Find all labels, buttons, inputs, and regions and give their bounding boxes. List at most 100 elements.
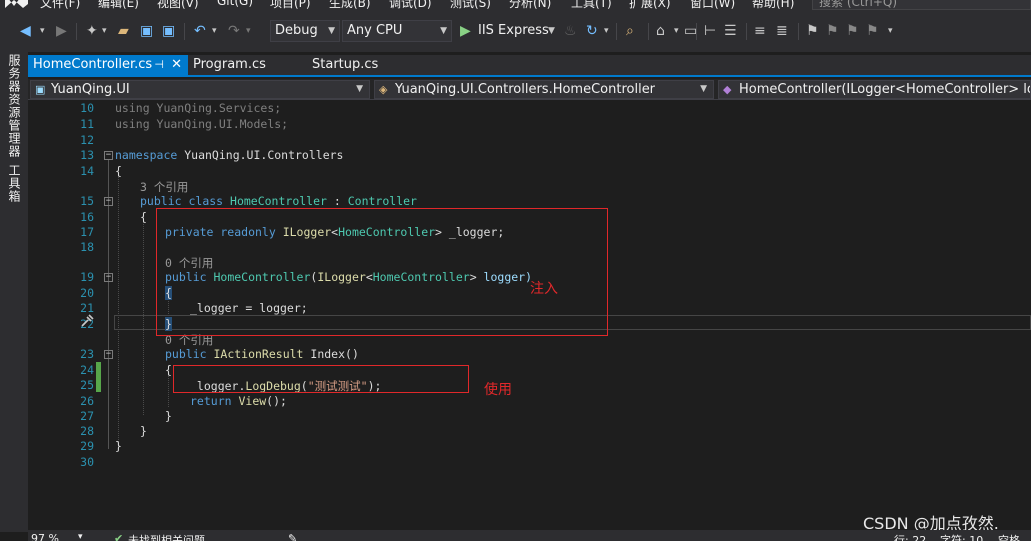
- hot-reload-icon[interactable]: ♨: [564, 22, 577, 40]
- collapse-icon[interactable]: −: [104, 151, 113, 160]
- using-directive: using YuanQing.UI.Models;: [115, 117, 289, 131]
- line-number: 15: [80, 194, 94, 208]
- menu-tools[interactable]: 工具(T): [571, 0, 612, 11]
- code-line-10: using YuanQing.Services;: [115, 101, 281, 115]
- csharp-project-icon: ▣: [35, 83, 46, 96]
- run-target-button[interactable]: IIS Express: [478, 22, 549, 40]
- punctuation: ();: [266, 394, 287, 408]
- base-class-name: Controller: [347, 194, 417, 208]
- menu-debug[interactable]: 调试(D): [389, 0, 432, 11]
- toolbox-tab[interactable]: 工具箱: [5, 164, 23, 203]
- platform-select[interactable]: Any CPU ▼: [342, 20, 452, 42]
- punctuation: :: [326, 194, 348, 208]
- menu-help[interactable]: 帮助(H): [752, 0, 794, 11]
- chevron-down-icon[interactable]: ▾: [604, 22, 609, 40]
- chevron-down-icon[interactable]: ▾: [674, 22, 679, 40]
- save-all-icon[interactable]: ▣: [162, 22, 175, 40]
- open-folder-icon[interactable]: ▰: [118, 22, 129, 40]
- find-in-files-icon[interactable]: ⌕: [626, 22, 634, 40]
- bookmark-icon[interactable]: ⚑: [806, 22, 819, 40]
- code-line-15: public class HomeController : Controller: [140, 194, 417, 208]
- zoom-level[interactable]: 97 %: [31, 532, 59, 541]
- code-editor[interactable]: 10 11 12 13 14 15 16 17 18 19 20 21 22 2…: [28, 100, 1031, 532]
- method-name: Index(): [303, 347, 359, 361]
- uncomment-icon[interactable]: ≣: [776, 22, 788, 40]
- line-indicator: 行: 22: [894, 534, 927, 541]
- chevron-down-icon[interactable]: ▾: [212, 22, 217, 40]
- collapse-icon[interactable]: −: [104, 273, 113, 282]
- member-dropdown[interactable]: ◆ HomeController(ILogger<HomeController>…: [718, 80, 1031, 99]
- toolbar-separator: [648, 23, 649, 40]
- comment-icon[interactable]: ≡: [754, 22, 766, 40]
- save-icon[interactable]: ▣: [140, 22, 153, 40]
- bookmark-prev-icon[interactable]: ⚑: [826, 22, 839, 40]
- chevron-down-icon[interactable]: ▾: [78, 532, 83, 541]
- pin-icon[interactable]: ⊣: [154, 55, 164, 75]
- undo-icon[interactable]: ↶: [194, 22, 206, 40]
- tab-program[interactable]: Program.cs: [188, 55, 308, 75]
- method-icon: ◆: [723, 83, 732, 96]
- codelens-references[interactable]: 3 个引用: [140, 179, 188, 195]
- menu-project[interactable]: 项目(P): [270, 0, 311, 11]
- columns-icon[interactable]: ☰: [724, 22, 737, 40]
- line-number: 21: [80, 301, 94, 315]
- tab-homecontroller[interactable]: HomeController.cs ⊣ ✕: [28, 55, 188, 75]
- browser-icon[interactable]: ⌂: [656, 22, 665, 40]
- line-number: 30: [80, 455, 94, 469]
- line-number: 24: [80, 363, 94, 377]
- status-bar: 97 % ▾ ✔ 未找到相关问题 ✎ 行: 22 字符: 10 空格: [28, 530, 1031, 541]
- chevron-down-icon: ▼: [440, 26, 447, 36]
- new-item-icon[interactable]: ✦: [86, 22, 98, 40]
- menu-view[interactable]: 视图(V): [157, 0, 199, 11]
- keyword: public: [165, 347, 207, 361]
- menu-test[interactable]: 测试(S): [450, 0, 491, 11]
- chevron-down-icon[interactable]: ▾: [246, 22, 251, 40]
- configuration-select[interactable]: Debug ▼: [270, 20, 340, 42]
- play-icon[interactable]: ▶: [460, 22, 471, 40]
- menu-file[interactable]: 文件(F): [40, 0, 80, 11]
- toolbar-overflow-icon[interactable]: ▾: [888, 22, 893, 40]
- menu-window[interactable]: 窗口(W): [690, 0, 735, 11]
- menu-analyze[interactable]: 分析(N): [509, 0, 551, 11]
- type-dropdown[interactable]: ◈ YuanQing.UI.Controllers.HomeController…: [374, 80, 714, 99]
- whitespace-indicator[interactable]: 空格: [998, 532, 1020, 541]
- project-value: YuanQing.UI: [51, 82, 130, 97]
- bookmark-clear-icon[interactable]: ⚑: [866, 22, 879, 40]
- line-number: 16: [80, 210, 94, 224]
- close-icon[interactable]: ✕: [171, 55, 182, 75]
- bookmark-next-icon[interactable]: ⚑: [846, 22, 859, 40]
- server-explorer-tab[interactable]: 服务器资源管理器: [5, 54, 23, 158]
- configuration-value: Debug: [275, 23, 318, 38]
- quick-actions-icon[interactable]: [80, 314, 94, 328]
- chevron-down-icon[interactable]: ▼: [548, 22, 555, 40]
- search-input[interactable]: 搜索 (Ctrl+Q): [812, 0, 1031, 10]
- use-annotation-label: 使用: [484, 382, 512, 398]
- chevron-down-icon[interactable]: ▾: [40, 22, 45, 40]
- back-icon[interactable]: ◀: [20, 22, 31, 40]
- line-number: 27: [80, 409, 94, 423]
- redo-icon[interactable]: ↷: [228, 22, 240, 40]
- collapse-icon[interactable]: −: [104, 197, 113, 206]
- menu-extensions[interactable]: 扩展(X): [629, 0, 671, 11]
- menu-build[interactable]: 生成(B): [329, 0, 371, 11]
- step-icon[interactable]: ⊢: [704, 22, 716, 40]
- menu-edit[interactable]: 编辑(E): [98, 0, 139, 11]
- chevron-down-icon: ▼: [700, 84, 707, 94]
- keyword: namespace: [115, 148, 178, 162]
- brush-icon[interactable]: ✎: [288, 532, 297, 541]
- issues-status[interactable]: 未找到相关问题: [128, 532, 205, 541]
- method-name: View: [231, 394, 267, 408]
- refresh-icon[interactable]: ↻: [586, 22, 598, 40]
- inject-annotation-box: [156, 208, 608, 336]
- class-name: HomeController: [223, 194, 327, 208]
- menu-git[interactable]: Git(G): [217, 0, 253, 8]
- collapse-icon[interactable]: −: [104, 350, 113, 359]
- visual-studio-logo-icon: [5, 0, 28, 8]
- tab-startup[interactable]: Startup.cs: [307, 55, 427, 75]
- platform-value: Any CPU: [347, 23, 403, 38]
- keyword: return: [190, 394, 232, 408]
- project-dropdown[interactable]: ▣ YuanQing.UI ▼: [30, 80, 370, 99]
- forward-icon[interactable]: ▶: [56, 22, 67, 40]
- keyword: class: [181, 194, 224, 208]
- chevron-down-icon[interactable]: ▾: [102, 22, 107, 40]
